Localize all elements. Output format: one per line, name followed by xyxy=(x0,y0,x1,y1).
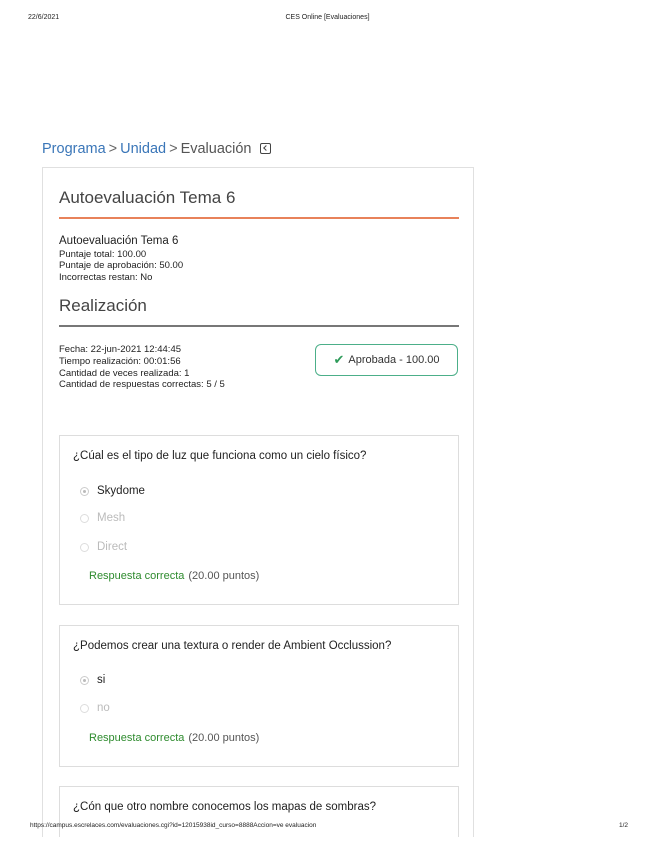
breadcrumb-unit-link[interactable]: Unidad xyxy=(120,141,166,157)
answer-option-label: Skydome xyxy=(97,485,145,497)
evaluation-title: Autoevaluación Tema 6 xyxy=(59,188,459,219)
answer-option[interactable]: Direct xyxy=(80,541,127,553)
answer-option[interactable]: no xyxy=(80,702,110,714)
answer-option[interactable]: si xyxy=(80,674,105,686)
evaluation-info: Autoevaluación Tema 6 Puntaje total: 100… xyxy=(59,235,184,283)
realizacion-title: Realización xyxy=(59,296,459,327)
result-points: (20.00 puntos) xyxy=(188,732,260,744)
page-number: 1/2 xyxy=(618,822,628,829)
attempt-time: Tiempo realización: 00:01:56 xyxy=(59,355,181,367)
print-title: CES Online [Evaluaciones] xyxy=(285,14,370,21)
question-text: ¿Cúal es el tipo de luz que funciona com… xyxy=(73,450,367,462)
wrong-subtract: Incorrectas restan: No xyxy=(59,271,153,283)
status-badge-label: Aprobada - 100.00 xyxy=(348,354,440,366)
evaluation-card: Autoevaluación Tema 6 Autoevaluación Tem… xyxy=(42,167,474,837)
total-score: Puntaje total: 100.00 xyxy=(59,248,147,260)
question-card: ¿Podemos crear una textura o render de A… xyxy=(59,625,459,767)
answer-option[interactable]: Mesh xyxy=(80,512,125,524)
breadcrumb: Programa > Unidad > Evaluación xyxy=(42,141,271,157)
breadcrumb-separator: > xyxy=(108,141,118,157)
breadcrumb-separator: > xyxy=(169,141,178,157)
check-icon: ✔ xyxy=(333,352,345,367)
breadcrumb-current: Evaluación xyxy=(180,141,252,157)
question-text: ¿Cón que otro nombre conocemos los mapas… xyxy=(73,801,376,813)
radio-selected-icon[interactable] xyxy=(80,675,89,685)
passing-score: Puntaje de aprobación: 50.00 xyxy=(59,260,184,271)
question-text: ¿Podemos crear una textura o render de A… xyxy=(73,640,392,652)
answer-option-label: Mesh xyxy=(97,512,126,524)
breadcrumb-program-link[interactable]: Programa xyxy=(42,141,106,157)
back-arrow-icon[interactable] xyxy=(259,143,271,154)
print-url: https://campus.escrelaces.com/evaluacion… xyxy=(30,822,317,829)
answer-option-label: no xyxy=(97,702,110,714)
realizacion-info: Fecha: 22-jun-2021 12:44:45 Tiempo reali… xyxy=(59,344,225,391)
question-card: ¿Cúal es el tipo de luz que funciona com… xyxy=(59,435,459,605)
result-points: (20.00 puntos) xyxy=(188,570,260,582)
answer-option-label: Direct xyxy=(97,541,128,553)
answer-result: Respuesta correcta (20.00 puntos) xyxy=(89,570,259,582)
radio-selected-icon[interactable] xyxy=(80,486,89,496)
result-label: Respuesta correcta xyxy=(89,732,185,744)
answer-option[interactable]: Skydome xyxy=(80,485,145,497)
correct-count: Cantidad de respuestas correctas: 5 / 5 xyxy=(59,379,225,391)
radio-icon[interactable] xyxy=(80,703,89,713)
status-badge: ✔ Aprobada - 100.00 xyxy=(315,344,458,376)
radio-icon[interactable] xyxy=(80,542,89,552)
attempt-count: Cantidad de veces realizada: 1 xyxy=(59,367,190,379)
result-label: Respuesta correcta xyxy=(89,570,185,582)
answer-result: Respuesta correcta (20.00 puntos) xyxy=(89,732,259,744)
question-card: ¿Cón que otro nombre conocemos los mapas… xyxy=(59,786,459,837)
evaluation-name: Autoevaluación Tema 6 xyxy=(59,235,179,247)
radio-icon[interactable] xyxy=(80,513,89,523)
answer-option-label: si xyxy=(97,674,106,686)
attempt-date: Fecha: 22-jun-2021 12:44:45 xyxy=(59,344,182,355)
